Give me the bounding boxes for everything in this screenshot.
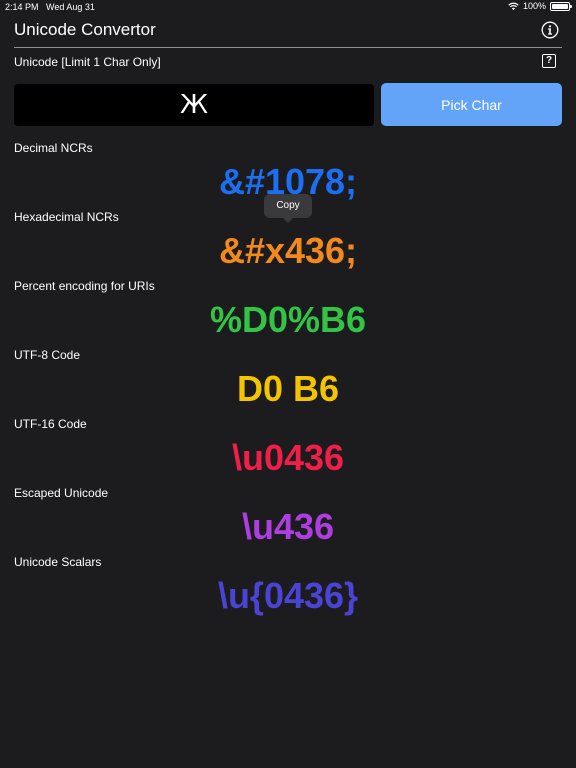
percent-encoding-value[interactable]: %D0%B6 — [0, 299, 576, 341]
status-date: Wed Aug 31 — [46, 2, 95, 12]
status-time: 2:14 PM — [5, 2, 39, 12]
escaped-unicode-label: Escaped Unicode — [14, 486, 109, 500]
utf8-label: UTF-8 Code — [14, 348, 81, 362]
battery-icon — [550, 1, 572, 11]
battery-percent: 100% — [522, 1, 546, 11]
app-screen: 2:14 PM Wed Aug 31 100% Unicode Converto… — [0, 0, 576, 768]
input-label: Unicode [Limit 1 Char Only] — [14, 55, 161, 69]
copy-tooltip[interactable]: Copy — [264, 194, 312, 223]
utf16-label: UTF-16 Code — [14, 417, 87, 431]
escaped-unicode-value[interactable]: \u436 — [0, 506, 576, 548]
info-icon[interactable] — [541, 21, 559, 39]
percent-encoding-label: Percent encoding for URIs — [14, 279, 155, 293]
status-indicators: 100% — [508, 1, 572, 11]
status-bar: 2:14 PM Wed Aug 31 100% — [0, 0, 576, 14]
hex-ncr-label: Hexadecimal NCRs — [14, 210, 119, 224]
utf8-value[interactable]: D0 B6 — [0, 368, 576, 410]
hex-ncr-value[interactable]: &#x436; — [0, 230, 576, 272]
help-icon[interactable]: ? — [542, 54, 556, 68]
wifi-icon — [508, 2, 519, 10]
unicode-scalars-label: Unicode Scalars — [14, 555, 102, 569]
unicode-scalars-value[interactable]: \u{0436} — [0, 575, 576, 617]
utf16-value[interactable]: \u0436 — [0, 437, 576, 479]
page-title: Unicode Convertor — [14, 20, 156, 39]
header-divider — [14, 47, 562, 48]
char-input[interactable] — [14, 84, 374, 126]
decimal-ncr-label: Decimal NCRs — [14, 141, 93, 155]
pick-char-button[interactable]: Pick Char — [381, 83, 562, 126]
